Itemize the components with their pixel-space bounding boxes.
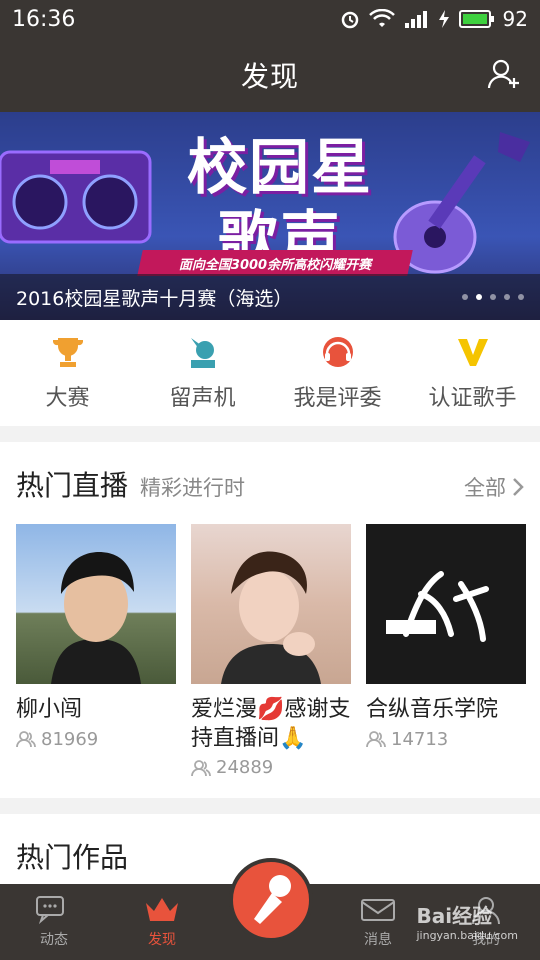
live-thumbnail[interactable] bbox=[191, 524, 351, 684]
microphone-icon bbox=[254, 875, 291, 924]
section-title: 热门直播 bbox=[16, 469, 129, 502]
signal-icon bbox=[404, 11, 427, 28]
live-card[interactable]: 合纵音乐学院 14713 bbox=[366, 524, 526, 778]
see-all-link[interactable]: 全部 bbox=[464, 472, 524, 502]
promo-banner[interactable]: 校园星歌声 面向全国3000余所高校闪耀开赛 2016校园星歌声十月赛（海选） bbox=[0, 112, 540, 320]
battery-percent: 92 bbox=[502, 7, 528, 31]
hot-live-section: 热门直播 精彩进行时 全部 柳小闯 81969 爱烂漫💋感谢支持直播间🙏 248… bbox=[0, 442, 540, 798]
status-icons: 92 bbox=[339, 7, 528, 31]
tab-discover[interactable]: 发现 bbox=[108, 884, 216, 960]
boombox-illustration bbox=[0, 150, 152, 244]
envelope-icon bbox=[361, 899, 395, 921]
category-label: 留声机 bbox=[169, 386, 236, 411]
pager-dot[interactable] bbox=[504, 294, 510, 300]
banner-caption: 2016校园星歌声十月赛（海选） bbox=[16, 287, 293, 310]
viewer-count-value: 24889 bbox=[216, 757, 274, 779]
see-all-label: 全部 bbox=[464, 476, 506, 500]
chevron-right-icon bbox=[513, 478, 524, 496]
live-card-title: 合纵音乐学院 bbox=[366, 697, 499, 722]
watermark-text: Bai经验 bbox=[416, 904, 493, 928]
category-contest[interactable]: 大赛 bbox=[0, 320, 135, 426]
banner-caption-bar: 2016校园星歌声十月赛（海选） bbox=[0, 274, 540, 320]
viewers-icon bbox=[191, 759, 211, 776]
tab-label: 动态 bbox=[40, 932, 68, 948]
tab-feed[interactable]: 动态 bbox=[0, 884, 108, 960]
watermark-url: jingyan.baidu.com bbox=[416, 929, 518, 942]
live-card[interactable]: 爱烂漫💋感谢支持直播间🙏 24889 bbox=[191, 524, 351, 778]
status-time: 16:36 bbox=[12, 6, 76, 32]
category-row: 大赛 留声机 我是评委 认证歌手 bbox=[0, 320, 540, 426]
tab-label: 发现 bbox=[148, 932, 176, 948]
music-school-logo bbox=[386, 571, 489, 642]
viewer-count-value: 81969 bbox=[41, 728, 99, 750]
viewer-count: 24889 bbox=[191, 757, 351, 778]
top-nav-bar: 发现 bbox=[0, 38, 540, 112]
baidu-jingyan-watermark: Bai经验 jingyan.baidu.com bbox=[416, 900, 518, 942]
live-thumbnail[interactable] bbox=[16, 524, 176, 684]
alarm-icon bbox=[341, 11, 358, 29]
charging-icon bbox=[438, 10, 449, 28]
chat-bubbles-icon bbox=[36, 896, 64, 925]
category-gramophone[interactable]: 留声机 bbox=[135, 320, 270, 426]
section-subtitle: 精彩进行时 bbox=[140, 476, 246, 500]
live-thumbnail[interactable] bbox=[366, 524, 526, 684]
app-root: 16:36 92 发现 校园星歌声 面向全国3000余所高校闪耀开赛 2016校… bbox=[0, 0, 540, 960]
tab-label: 消息 bbox=[364, 932, 392, 948]
viewers-icon bbox=[16, 731, 36, 748]
viewer-count-value: 14713 bbox=[391, 728, 449, 750]
pager-dot-active[interactable] bbox=[476, 294, 482, 300]
viewer-count: 14713 bbox=[366, 729, 526, 750]
judge-headset-icon bbox=[320, 334, 356, 370]
gramophone-icon bbox=[185, 334, 221, 370]
live-card-list: 柳小闯 81969 爱烂漫💋感谢支持直播间🙏 24889 合纵音乐学院 1471… bbox=[16, 524, 526, 778]
live-card-title: 爱烂漫💋感谢支持直播间🙏 bbox=[191, 697, 351, 751]
pager-dot[interactable] bbox=[518, 294, 524, 300]
trophy-icon bbox=[50, 334, 86, 370]
category-judge[interactable]: 我是评委 bbox=[270, 320, 405, 426]
wifi-icon bbox=[368, 9, 395, 27]
category-label: 大赛 bbox=[45, 386, 90, 411]
category-verified-singer[interactable]: 认证歌手 bbox=[405, 320, 540, 426]
banner-slogan: 面向全国3000余所高校闪耀开赛 bbox=[178, 257, 372, 273]
banner-pager[interactable] bbox=[462, 294, 524, 300]
v-badge-icon bbox=[455, 334, 491, 370]
category-label: 认证歌手 bbox=[428, 386, 517, 411]
record-mic-button[interactable] bbox=[229, 858, 313, 942]
live-card-title: 柳小闯 bbox=[16, 697, 83, 722]
crown-icon bbox=[146, 898, 178, 921]
add-user-icon[interactable] bbox=[486, 56, 522, 92]
viewers-icon bbox=[366, 731, 386, 748]
hot-live-header: 热门直播 精彩进行时 全部 bbox=[0, 442, 540, 504]
pager-dot[interactable] bbox=[490, 294, 496, 300]
live-card[interactable]: 柳小闯 81969 bbox=[16, 524, 176, 778]
battery-icon bbox=[458, 10, 494, 28]
viewer-count: 81969 bbox=[16, 729, 176, 750]
pager-dot[interactable] bbox=[462, 294, 468, 300]
category-label: 我是评委 bbox=[293, 386, 382, 411]
status-bar: 16:36 92 bbox=[0, 0, 540, 38]
banner-slogan-strip: 面向全国3000余所高校闪耀开赛 bbox=[137, 250, 413, 276]
page-title: 发现 bbox=[240, 60, 299, 93]
section-title: 热门作品 bbox=[16, 841, 129, 874]
